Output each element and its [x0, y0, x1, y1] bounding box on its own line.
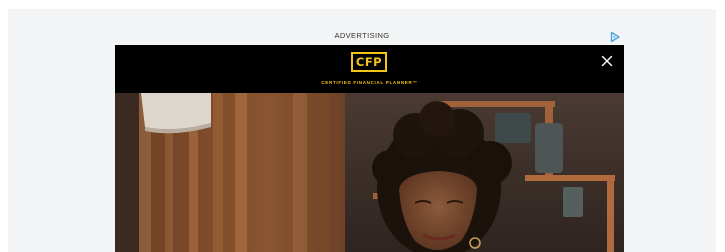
ad-container: ADVERTISING CFP CERTIFIED FINANCIAL PLAN…: [8, 9, 716, 252]
left-shadow: [115, 93, 139, 252]
ad-creative[interactable]: CFP CERTIFIED FINANCIAL PLANNER™: [115, 45, 624, 252]
shelf-top: [435, 101, 555, 107]
close-icon[interactable]: [599, 53, 615, 69]
brand-tagline: CERTIFIED FINANCIAL PLANNER™: [321, 80, 418, 85]
shelf-middle: [525, 175, 615, 181]
lamp-shade: [141, 93, 211, 130]
ad-video-frame[interactable]: [115, 93, 624, 252]
page: ADVERTISING CFP CERTIFIED FINANCIAL PLAN…: [0, 0, 725, 252]
cfp-logo: CFP: [351, 52, 387, 72]
adchoices-icon[interactable]: [609, 31, 621, 43]
brand-header: CFP CERTIFIED FINANCIAL PLANNER™: [115, 45, 624, 93]
